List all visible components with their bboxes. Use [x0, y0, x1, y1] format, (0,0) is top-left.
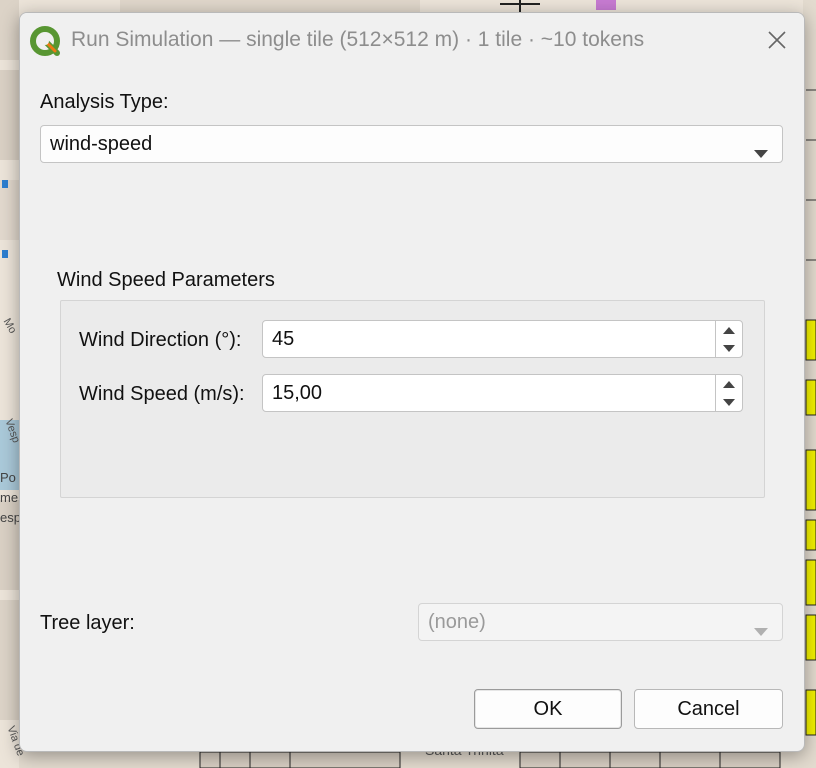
tree-layer-value: (none) — [428, 610, 486, 633]
wind-direction-label: Wind Direction (°): — [79, 329, 242, 351]
qgis-logo-icon — [30, 26, 62, 58]
wind-direction-value: 45 — [272, 327, 295, 350]
wind-speed-stepper — [715, 375, 742, 411]
tree-layer-label: Tree layer: — [40, 612, 135, 634]
parameters-group-title: Wind Speed Parameters — [57, 269, 275, 291]
map-label: esp — [0, 510, 21, 525]
chevron-up-icon[interactable] — [716, 375, 742, 393]
map-label: Po — [0, 470, 16, 485]
chevron-up-icon[interactable] — [716, 321, 742, 339]
analysis-type-select[interactable]: wind-speed — [40, 125, 783, 163]
cancel-button[interactable]: Cancel — [634, 689, 783, 729]
close-icon[interactable] — [762, 25, 792, 55]
chevron-down-icon[interactable] — [716, 339, 742, 357]
tree-layer-select[interactable]: (none) — [418, 603, 783, 641]
analysis-type-label: Analysis Type: — [40, 91, 169, 113]
wind-speed-label: Wind Speed (m/s): — [79, 383, 245, 405]
wind-direction-spinbox[interactable]: 45 — [262, 320, 743, 358]
analysis-type-value: wind-speed — [50, 132, 153, 155]
window-title: Run Simulation — single tile (512×512 m)… — [71, 28, 645, 51]
map-label: me — [0, 490, 19, 505]
ok-button[interactable]: OK — [474, 689, 622, 729]
wind-direction-stepper — [715, 321, 742, 357]
wind-speed-spinbox[interactable]: 15,00 — [262, 374, 743, 412]
run-simulation-dialog: Run Simulation — single tile (512×512 m)… — [19, 12, 805, 752]
chevron-down-icon — [754, 141, 768, 164]
title-bar[interactable]: Run Simulation — single tile (512×512 m)… — [20, 13, 804, 69]
wind-speed-value: 15,00 — [272, 381, 323, 404]
chevron-down-icon[interactable] — [716, 393, 742, 411]
chevron-down-icon — [754, 619, 768, 642]
